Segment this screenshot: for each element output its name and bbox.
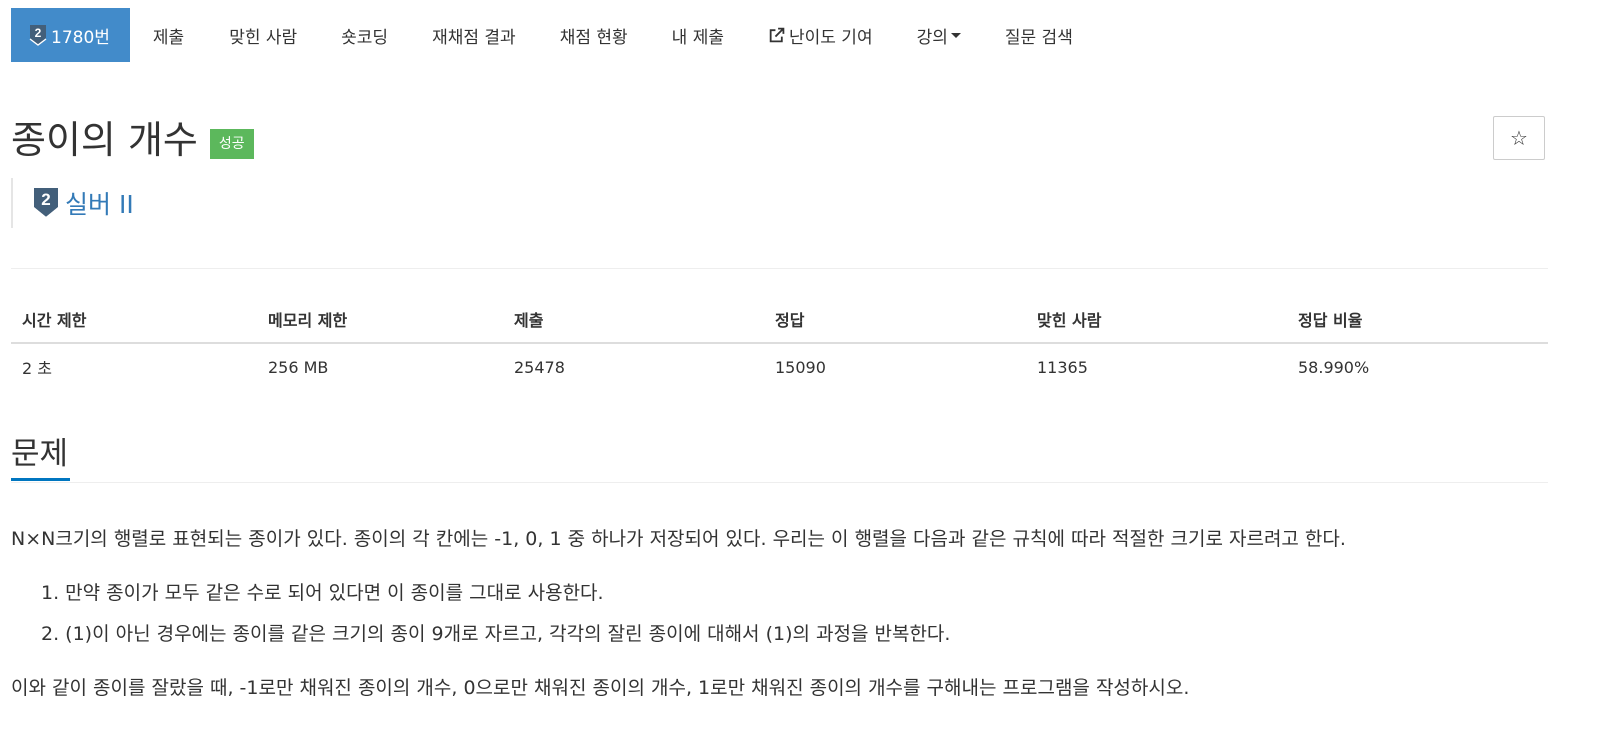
tab-submit-label: 제출 — [152, 27, 185, 48]
problem-info-table: 시간 제한 메모리 제한 제출 정답 맞힌 사람 정답 비율 2 초 256 M… — [11, 296, 1548, 390]
problem-outro: 이와 같이 종이를 잘랐을 때, -1로만 채워진 종이의 개수, 0으로만 채… — [11, 677, 1190, 699]
tab-difficulty-contribute-label: 난이도 기여 — [788, 27, 873, 48]
star-button[interactable]: ☆ — [1493, 116, 1545, 160]
tab-question-search-label: 질문 검색 — [1004, 27, 1073, 48]
tab-rejudge-results-label: 재채점 결과 — [432, 27, 516, 48]
header-submissions: 제출 — [514, 311, 544, 330]
svg-text:2: 2 — [35, 26, 42, 40]
tier-block: 2 실버 II — [11, 178, 134, 228]
problem-section-header: 문제 — [11, 430, 1548, 483]
star-icon: ☆ — [1510, 126, 1528, 150]
tab-submit[interactable]: 제출 — [130, 8, 207, 62]
header-memory-limit: 메모리 제한 — [268, 311, 348, 330]
tab-lecture-label: 강의 — [916, 27, 948, 48]
list-item: 2. (1)이 아닌 경우에는 종이를 같은 크기의 종이 9개로 자르고, 각… — [41, 623, 951, 645]
tab-my-submissions[interactable]: 내 제출 — [650, 8, 746, 62]
svg-text:2: 2 — [41, 190, 50, 209]
solved-users-value: 11365 — [1037, 357, 1088, 377]
table-row: 2 초 256 MB 25478 15090 11365 58.990% — [11, 344, 1548, 390]
tier-link[interactable]: 실버 II — [65, 185, 134, 221]
problem-intro: N×N크기의 행렬로 표현되는 종이가 있다. 종이의 각 칸에는 -1, 0,… — [11, 528, 1346, 550]
tab-difficulty-contribute[interactable]: 난이도 기여 — [746, 8, 895, 62]
problem-nav: 2 1780번 제출 맞힌 사람 숏코딩 재채점 결과 채점 현황 내 제출 난… — [11, 8, 1095, 62]
header-accept-ratio: 정답 비율 — [1298, 311, 1363, 330]
time-limit-value: 2 초 — [22, 359, 52, 378]
tab-solved-users-label: 맞힌 사람 — [229, 27, 298, 48]
caret-down-icon — [950, 32, 961, 38]
tab-my-submissions-label: 내 제출 — [671, 27, 724, 48]
memory-limit-value: 256 MB — [268, 357, 329, 377]
tab-judge-status[interactable]: 채점 현황 — [538, 8, 650, 62]
rules-list: 1. 만약 종이가 모두 같은 수로 되어 있다면 이 종이를 그대로 사용한다… — [41, 578, 950, 660]
tab-question-search[interactable]: 질문 검색 — [983, 8, 1095, 62]
tab-lecture-dropdown[interactable]: 강의 — [895, 8, 983, 62]
table-header-row: 시간 제한 메모리 제한 제출 정답 맞힌 사람 정답 비율 — [11, 296, 1548, 344]
silver-tier-icon: 2 — [29, 25, 47, 46]
section-title: 문제 — [11, 430, 71, 481]
header-time-limit: 시간 제한 — [22, 311, 87, 330]
external-link-icon — [769, 27, 785, 42]
tab-short-coding[interactable]: 숏코딩 — [319, 8, 410, 62]
divider — [11, 268, 1548, 269]
page-title: 종이의 개수 — [11, 118, 198, 162]
tab-judge-status-label: 채점 현황 — [559, 27, 628, 48]
tab-short-coding-label: 숏코딩 — [341, 27, 389, 48]
header-accepted: 정답 — [775, 311, 805, 330]
silver-tier-icon: 2 — [33, 188, 59, 219]
status-badge: 성공 — [209, 129, 254, 159]
submissions-value: 25478 — [514, 357, 565, 377]
tab-solved-users[interactable]: 맞힌 사람 — [207, 8, 319, 62]
header-solved-users: 맞힌 사람 — [1037, 311, 1102, 330]
accept-ratio-value: 58.990% — [1298, 357, 1370, 377]
tab-problem[interactable]: 2 1780번 — [11, 8, 130, 62]
problem-title-row: 종이의 개수 성공 — [11, 112, 254, 168]
tab-problem-label: 1780번 — [51, 27, 110, 48]
tab-rejudge-results[interactable]: 재채점 결과 — [410, 8, 538, 62]
list-item: 1. 만약 종이가 모두 같은 수로 되어 있다면 이 종이를 그대로 사용한다… — [41, 582, 604, 604]
accepted-value: 15090 — [775, 357, 826, 377]
